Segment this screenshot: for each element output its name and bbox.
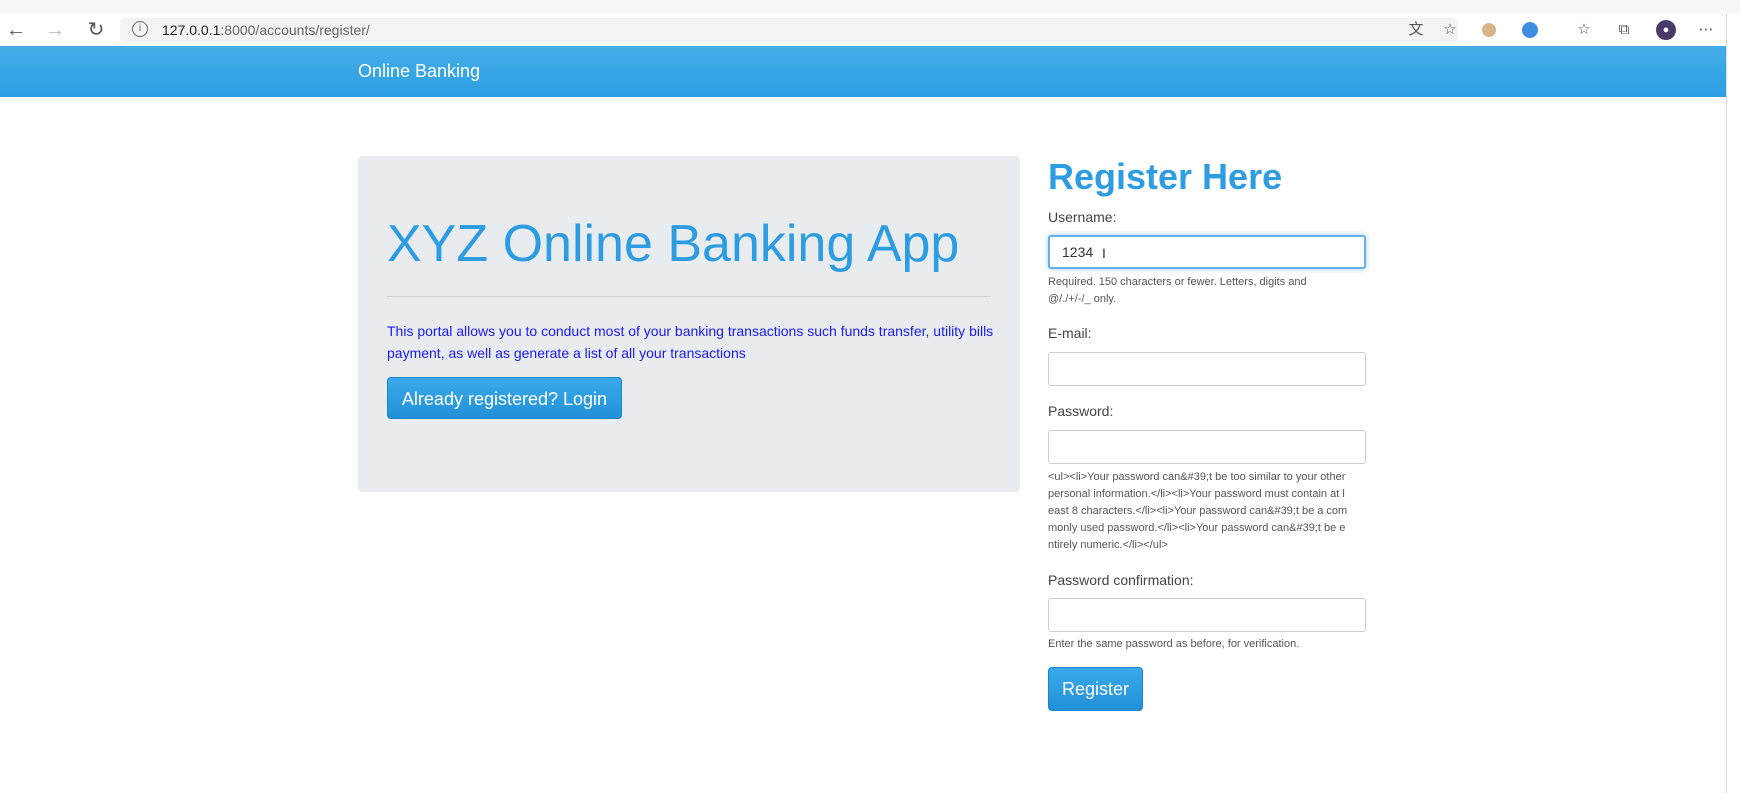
- address-bar[interactable]: i 127.0.0.1:8000/accounts/register/: [120, 18, 1458, 42]
- info-icon[interactable]: i: [132, 21, 148, 37]
- divider: [387, 296, 991, 297]
- reload-icon[interactable]: ↻: [84, 18, 108, 42]
- profile-avatar-icon[interactable]: ●: [1656, 20, 1676, 40]
- favorites-icon[interactable]: ☆: [1574, 20, 1594, 40]
- password-confirmation-label: Password confirmation:: [1048, 572, 1194, 588]
- password-input[interactable]: [1048, 430, 1366, 464]
- site-navbar: Online Banking: [0, 46, 1726, 97]
- register-button[interactable]: Register: [1048, 667, 1143, 711]
- more-menu-icon[interactable]: ⋯: [1696, 20, 1716, 40]
- collections-icon[interactable]: ⧉: [1614, 20, 1634, 40]
- password-help: <ul><li>Your password can&#39;t be too s…: [1048, 471, 1348, 551]
- back-icon[interactable]: ←: [4, 18, 28, 42]
- app-title: XYZ Online Banking App: [387, 215, 960, 273]
- window-top-strip: [0, 0, 1740, 14]
- username-help: Required. 150 characters or fewer. Lette…: [1048, 276, 1307, 305]
- password-confirmation-help: Enter the same password as before, for v…: [1048, 638, 1300, 650]
- window-edge: [1726, 14, 1740, 793]
- login-button[interactable]: Already registered? Login: [387, 377, 622, 419]
- extension-icon[interactable]: [1482, 23, 1496, 37]
- email-input[interactable]: [1048, 352, 1366, 386]
- text-cursor-icon: I: [1102, 245, 1106, 261]
- url-text[interactable]: 127.0.0.1:8000/accounts/register/: [162, 22, 370, 38]
- forward-icon[interactable]: →: [43, 18, 67, 42]
- translate-icon[interactable]: 文: [1406, 20, 1426, 40]
- browser-toolbar: ← → ↻ i 127.0.0.1:8000/accounts/register…: [0, 14, 1728, 47]
- password-label: Password:: [1048, 403, 1114, 419]
- email-label: E-mail:: [1048, 325, 1092, 341]
- app-description: This portal allows you to conduct most o…: [387, 323, 994, 361]
- password-confirmation-input[interactable]: [1048, 598, 1366, 632]
- shield-extension-icon[interactable]: [1522, 22, 1538, 38]
- username-label: Username:: [1048, 209, 1117, 225]
- username-input[interactable]: [1048, 235, 1366, 269]
- url-host: 127.0.0.1: [162, 22, 221, 38]
- register-title: Register Here: [1048, 156, 1283, 197]
- intro-jumbotron: XYZ Online Banking App This portal allow…: [358, 156, 1020, 492]
- favorite-star-icon[interactable]: ☆: [1440, 20, 1460, 40]
- url-path: :8000/accounts/register/: [220, 22, 370, 38]
- navbar-brand[interactable]: Online Banking: [358, 61, 480, 82]
